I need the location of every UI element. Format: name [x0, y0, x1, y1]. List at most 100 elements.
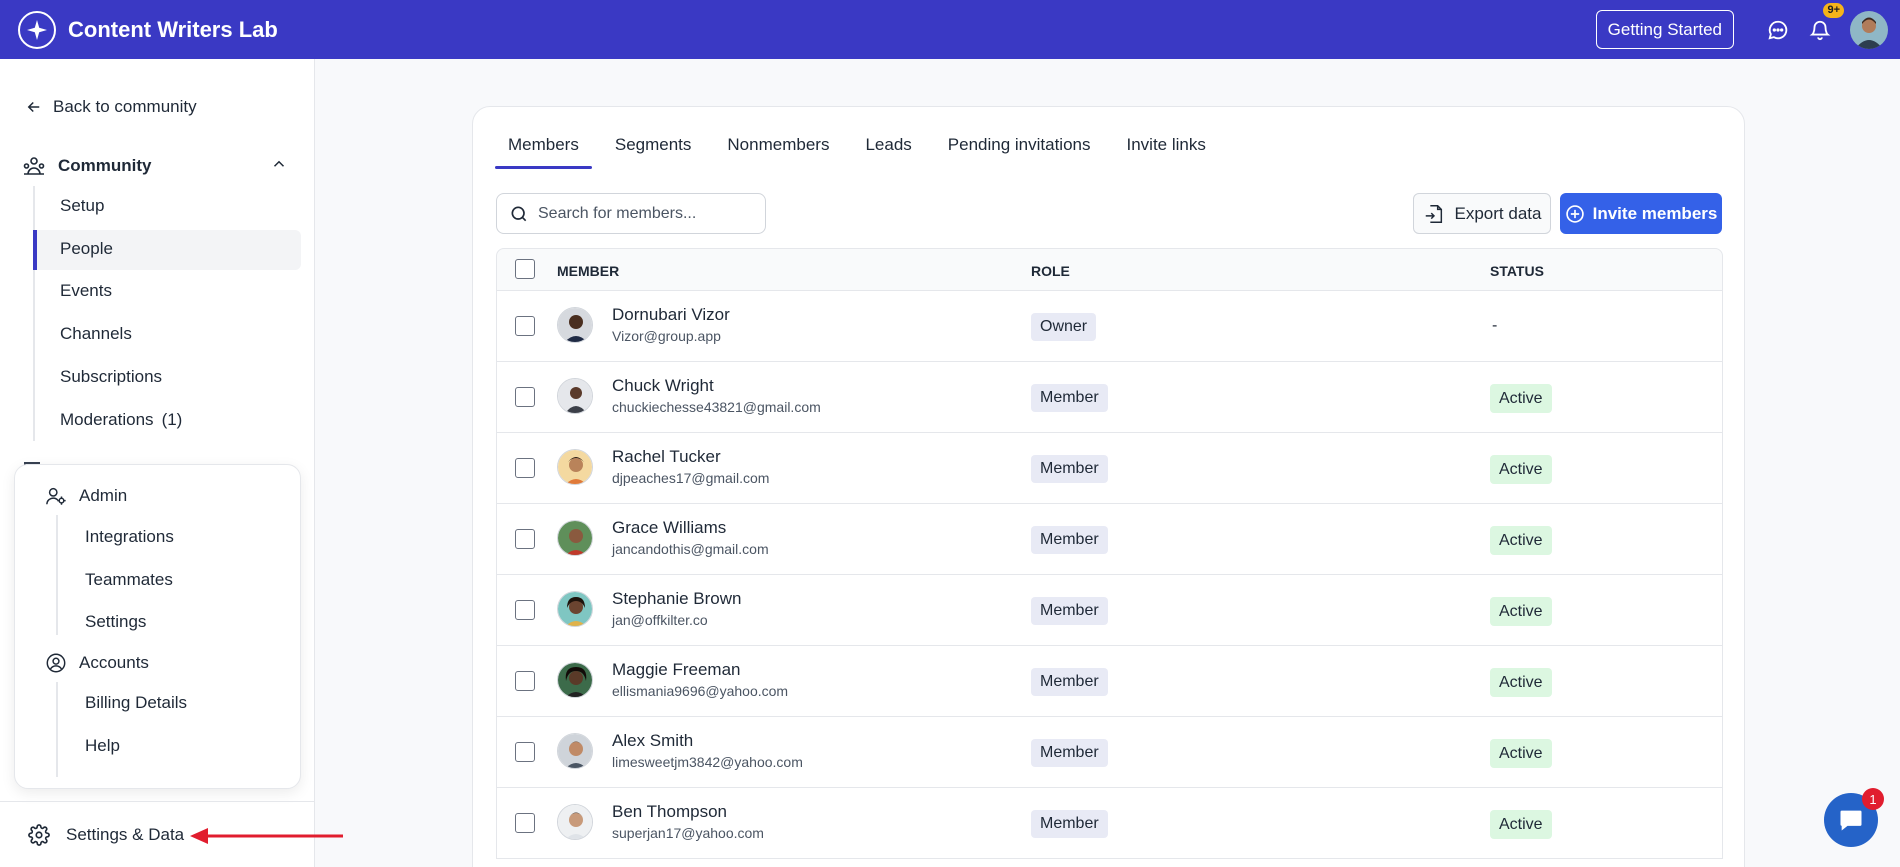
app-title[interactable]: Content Writers Lab: [68, 17, 278, 43]
role-badge: Member: [1031, 668, 1108, 696]
tab-members[interactable]: Members: [495, 135, 592, 169]
sidebar-item-channels[interactable]: Channels: [60, 315, 132, 353]
member-name[interactable]: Rachel Tucker: [612, 447, 721, 467]
role-badge: Member: [1031, 597, 1108, 625]
status-badge: Active: [1490, 384, 1552, 413]
admin-user-icon: [46, 487, 66, 505]
status-badge: Active: [1490, 668, 1552, 697]
tree-line: [33, 186, 35, 441]
moderations-count: (1): [161, 410, 183, 429]
popup-item-integrations[interactable]: Integrations: [85, 527, 174, 547]
getting-started-button[interactable]: Getting Started: [1595, 10, 1734, 49]
role-badge: Member: [1031, 739, 1108, 767]
export-data-button[interactable]: Export data: [1413, 193, 1551, 234]
user-avatar[interactable]: [1850, 10, 1888, 49]
popup-item-billing-details[interactable]: Billing Details: [85, 693, 187, 713]
column-member[interactable]: MEMBER: [557, 263, 619, 279]
file-export-icon: [1425, 204, 1442, 223]
member-email: limesweetjm3842@yahoo.com: [612, 754, 803, 770]
sidebar-item-subscriptions[interactable]: Subscriptions: [60, 358, 162, 396]
row-checkbox[interactable]: [515, 316, 535, 336]
active-nav-indicator: [33, 230, 37, 270]
members-table: MEMBER ROLE STATUS Dornubari Vizor Vizor…: [496, 248, 1723, 859]
back-to-community-link[interactable]: Back to community: [25, 97, 197, 117]
member-avatar: [557, 307, 593, 343]
invite-members-button[interactable]: Invite members: [1560, 193, 1722, 234]
tree-line: [56, 515, 58, 635]
chat-icon: [1840, 810, 1862, 831]
member-avatar: [557, 662, 593, 698]
sidebar-item-setup[interactable]: Setup: [60, 187, 104, 225]
notification-badge: 9+: [1823, 2, 1844, 18]
tab-leads[interactable]: Leads: [852, 135, 924, 169]
member-email: jan@offkilter.co: [612, 612, 708, 628]
role-badge: Member: [1031, 526, 1108, 554]
row-checkbox[interactable]: [515, 671, 535, 691]
arrow-left-icon: [27, 101, 40, 113]
popup-item-help[interactable]: Help: [85, 736, 120, 756]
row-checkbox[interactable]: [515, 742, 535, 762]
member-avatar: [557, 591, 593, 627]
logo-icon[interactable]: [18, 10, 56, 49]
sidebar: Back to community Community Setup People…: [0, 59, 315, 867]
search-input[interactable]: [538, 204, 758, 223]
row-checkbox[interactable]: [515, 387, 535, 407]
sidebar-item-moderations[interactable]: Moderations (1): [60, 401, 182, 439]
member-email: Vizor@group.app: [612, 328, 721, 344]
table-row[interactable]: Ben Thompson superjan17@yahoo.com Member…: [496, 788, 1723, 859]
role-badge: Member: [1031, 810, 1108, 838]
row-checkbox[interactable]: [515, 813, 535, 833]
search-box[interactable]: [496, 193, 766, 234]
member-avatar: [557, 520, 593, 556]
tab-nonmembers[interactable]: Nonmembers: [714, 135, 842, 169]
popup-item-teammates[interactable]: Teammates: [85, 570, 173, 590]
table-row[interactable]: Dornubari Vizor Vizor@group.app Owner -: [496, 291, 1723, 362]
chevron-up-icon[interactable]: [270, 155, 288, 173]
members-tabs: Members Segments Nonmembers Leads Pendin…: [495, 135, 1229, 169]
select-all-checkbox[interactable]: [515, 259, 535, 279]
member-name[interactable]: Grace Williams: [612, 518, 726, 538]
community-section-header[interactable]: Community: [22, 154, 152, 178]
table-header: MEMBER ROLE STATUS: [496, 248, 1723, 291]
member-name[interactable]: Maggie Freeman: [612, 660, 741, 680]
member-name[interactable]: Alex Smith: [612, 731, 693, 751]
role-badge: Owner: [1031, 313, 1097, 341]
member-name[interactable]: Stephanie Brown: [612, 589, 741, 609]
table-row[interactable]: Grace Williams jancandothis@gmail.com Me…: [496, 504, 1723, 575]
member-name[interactable]: Chuck Wright: [612, 376, 714, 396]
table-row[interactable]: Stephanie Brown jan@offkilter.co Member …: [496, 575, 1723, 646]
accounts-section-header[interactable]: Accounts: [45, 652, 149, 674]
status-badge: Active: [1490, 597, 1552, 626]
status-badge: Active: [1490, 810, 1552, 839]
community-label: Community: [58, 156, 152, 175]
member-name[interactable]: Ben Thompson: [612, 802, 727, 822]
table-row[interactable]: Chuck Wright chuckiechesse43821@gmail.co…: [496, 362, 1723, 433]
bell-icon[interactable]: 9+: [1808, 2, 1844, 42]
status-badge: Active: [1490, 526, 1552, 555]
member-avatar: [557, 733, 593, 769]
popup-item-settings[interactable]: Settings: [85, 612, 146, 632]
chat-bubble-icon[interactable]: [1766, 18, 1790, 42]
row-checkbox[interactable]: [515, 529, 535, 549]
row-checkbox[interactable]: [515, 600, 535, 620]
sidebar-item-events[interactable]: Events: [60, 272, 112, 310]
tab-pending-invitations[interactable]: Pending invitations: [935, 135, 1104, 169]
export-data-label: Export data: [1454, 203, 1542, 223]
member-email: ellismania9696@yahoo.com: [612, 683, 789, 699]
column-role[interactable]: ROLE: [1031, 263, 1070, 279]
sidebar-item-people[interactable]: People: [60, 230, 113, 268]
back-link-label: Back to community: [53, 97, 197, 116]
table-row[interactable]: Alex Smith limesweetjm3842@yahoo.com Mem…: [496, 717, 1723, 788]
row-checkbox[interactable]: [515, 458, 535, 478]
accounts-label: Accounts: [79, 653, 149, 672]
admin-section-header[interactable]: Admin: [45, 485, 127, 507]
admin-popup-menu: Admin Integrations Teammates Settings Ac…: [14, 464, 301, 789]
tab-segments[interactable]: Segments: [602, 135, 705, 169]
settings-data-label: Settings & Data: [66, 824, 185, 844]
table-row[interactable]: Maggie Freeman ellismania9696@yahoo.com …: [496, 646, 1723, 717]
tab-invite-links[interactable]: Invite links: [1114, 135, 1219, 169]
table-row[interactable]: Rachel Tucker djpeaches17@gmail.com Memb…: [496, 433, 1723, 504]
members-card: Members Segments Nonmembers Leads Pendin…: [472, 106, 1745, 867]
member-name[interactable]: Dornubari Vizor: [612, 305, 730, 325]
column-status[interactable]: STATUS: [1490, 263, 1544, 279]
